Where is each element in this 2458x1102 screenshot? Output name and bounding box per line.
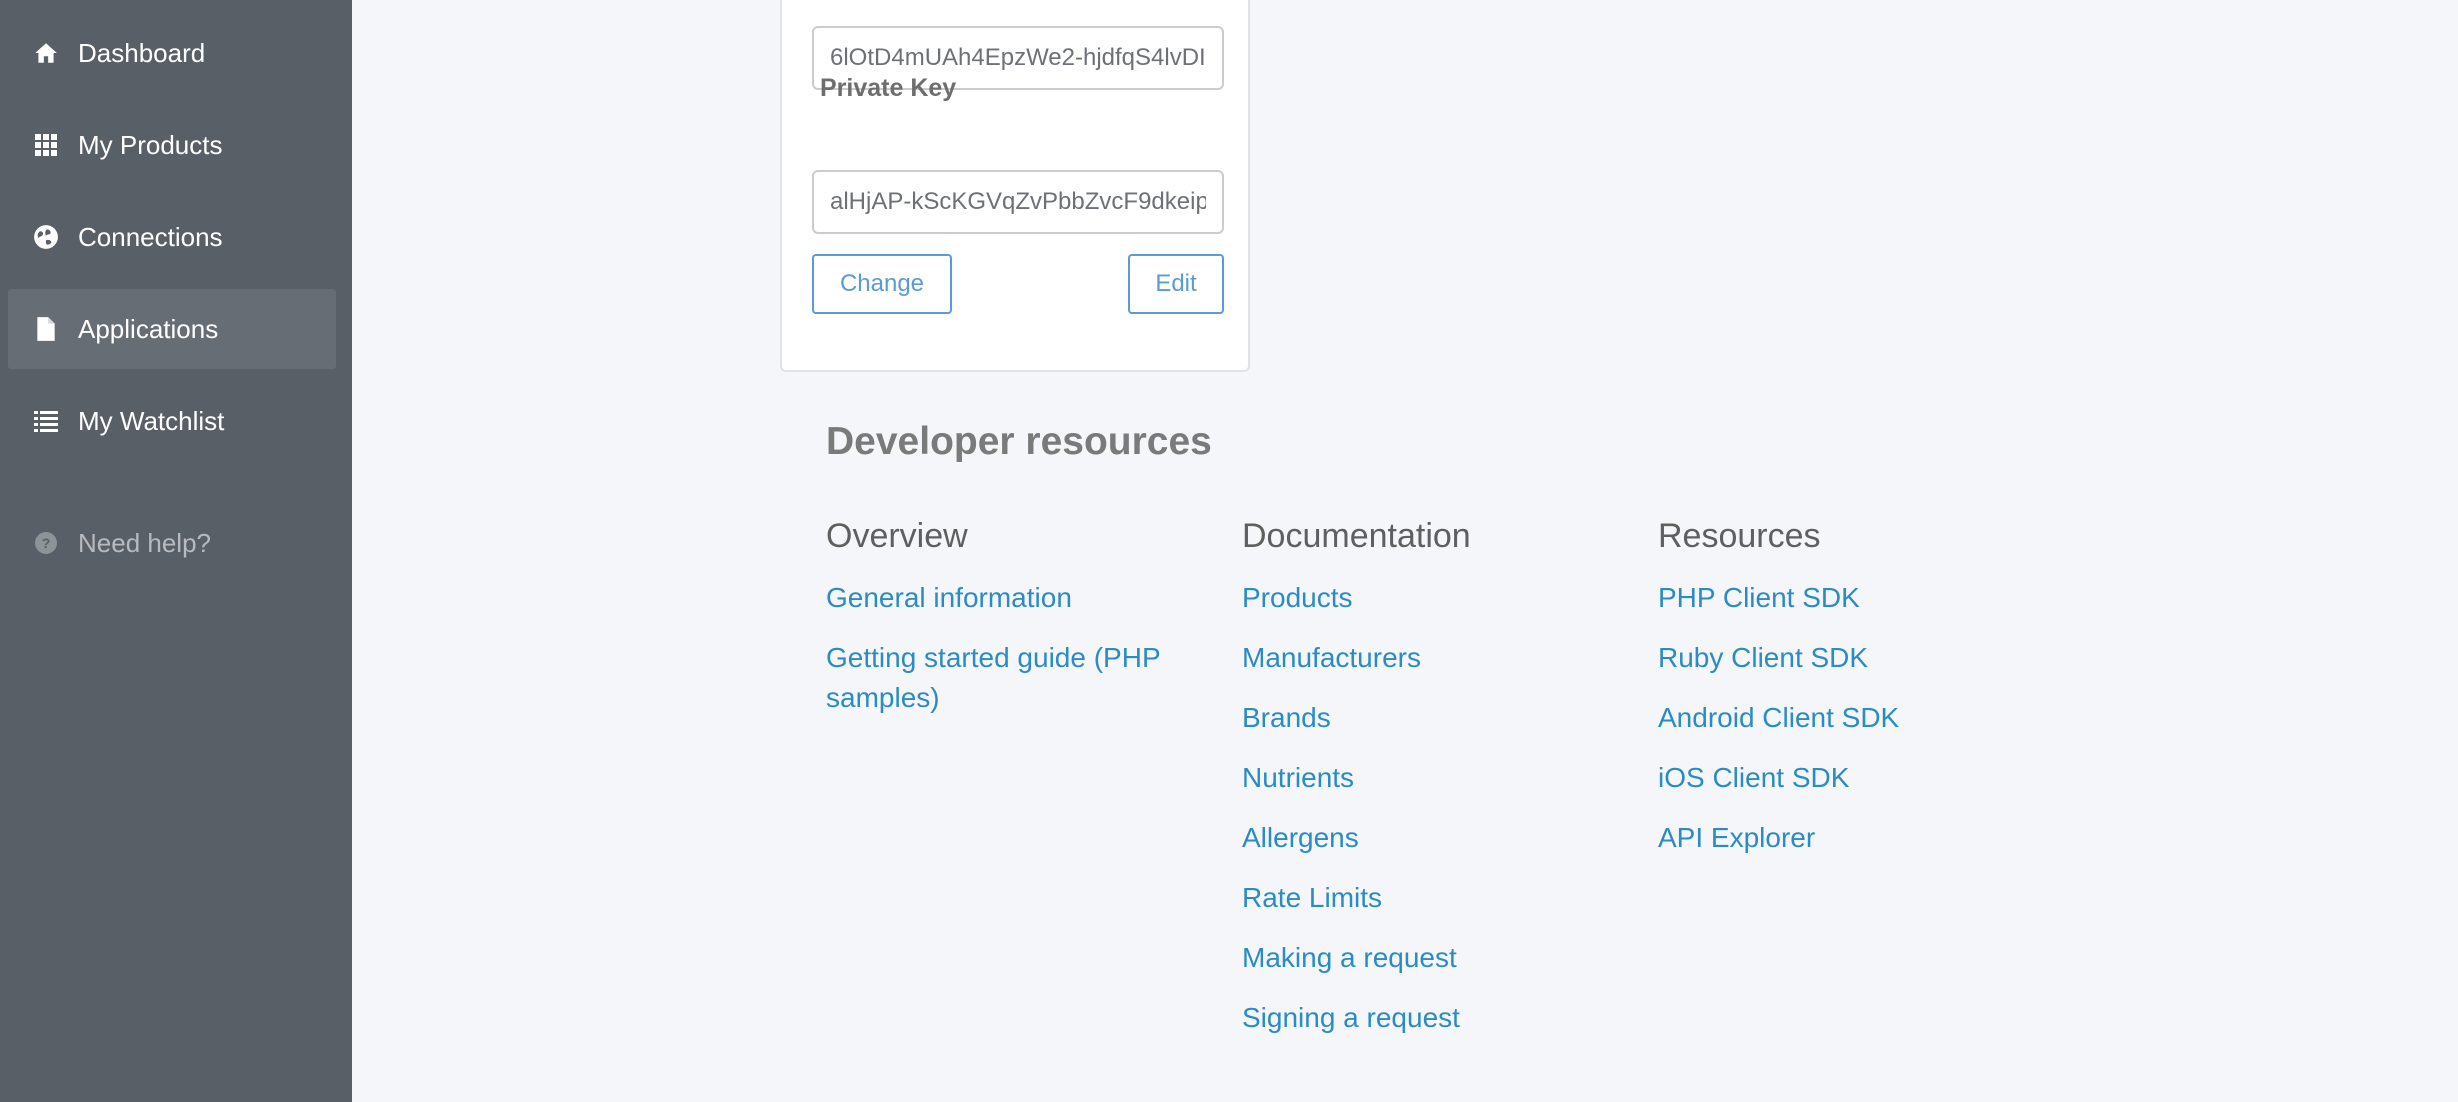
sidebar-item-label: My Products: [78, 129, 223, 160]
link-brands[interactable]: Brands: [1242, 698, 1622, 738]
sidebar-item-connections[interactable]: Connections: [8, 197, 336, 277]
grid-icon: [32, 131, 60, 159]
main-content: Private Key Change Edit Developer resour…: [352, 0, 2458, 1102]
resources-title: Resources: [1658, 517, 1821, 555]
home-icon: [32, 39, 60, 67]
link-ios-client-sdk[interactable]: iOS Client SDK: [1658, 758, 2078, 798]
question-circle-icon: ?: [32, 529, 60, 557]
documentation-title: Documentation: [1242, 517, 1471, 555]
api-keys-card: Private Key Change Edit: [780, 0, 1250, 372]
link-rate-limits[interactable]: Rate Limits: [1242, 878, 1622, 918]
resources-column: Resources PHP Client SDK Ruby Client SDK…: [1658, 514, 2078, 878]
sidebar-item-label: Applications: [78, 313, 219, 344]
sidebar-item-dashboard[interactable]: Dashboard: [8, 13, 336, 93]
private-key-label: Private Key: [820, 74, 957, 102]
sidebar-item-label: Dashboard: [78, 37, 206, 68]
need-help-label: Need help?: [78, 527, 211, 558]
svg-text:?: ?: [42, 535, 51, 551]
list-icon: [32, 407, 60, 435]
link-getting-started-guide[interactable]: Getting started guide (PHP samples): [826, 638, 1206, 718]
file-icon: [32, 315, 60, 343]
link-nutrients[interactable]: Nutrients: [1242, 758, 1622, 798]
sidebar-item-label: My Watchlist: [78, 405, 225, 436]
sidebar: Dashboard My Products Connections Applic…: [0, 0, 352, 1102]
edit-button[interactable]: Edit: [1128, 254, 1224, 314]
need-help-link[interactable]: ? Need help?: [8, 503, 336, 583]
link-allergens[interactable]: Allergens: [1242, 818, 1622, 858]
sidebar-item-label: Connections: [78, 221, 223, 252]
link-api-explorer[interactable]: API Explorer: [1658, 818, 2078, 858]
link-making-a-request[interactable]: Making a request: [1242, 938, 1622, 978]
sidebar-item-applications[interactable]: Applications: [8, 289, 336, 369]
link-products[interactable]: Products: [1242, 578, 1622, 618]
documentation-column: Documentation Products Manufacturers Bra…: [1242, 514, 1622, 1058]
change-button[interactable]: Change: [812, 254, 952, 314]
link-php-client-sdk[interactable]: PHP Client SDK: [1658, 578, 2078, 618]
overview-title: Overview: [826, 517, 968, 555]
private-key-field[interactable]: [812, 170, 1224, 234]
link-manufacturers[interactable]: Manufacturers: [1242, 638, 1622, 678]
sidebar-item-my-products[interactable]: My Products: [8, 105, 336, 185]
link-general-information[interactable]: General information: [826, 578, 1206, 618]
link-android-client-sdk[interactable]: Android Client SDK: [1658, 698, 2078, 738]
globe-icon: [32, 223, 60, 251]
link-ruby-client-sdk[interactable]: Ruby Client SDK: [1658, 638, 2078, 678]
overview-column: Overview General information Getting sta…: [826, 514, 1206, 738]
sidebar-item-my-watchlist[interactable]: My Watchlist: [8, 381, 336, 461]
link-signing-a-request[interactable]: Signing a request: [1242, 998, 1622, 1038]
developer-resources-title: Developer resources: [826, 420, 1212, 463]
